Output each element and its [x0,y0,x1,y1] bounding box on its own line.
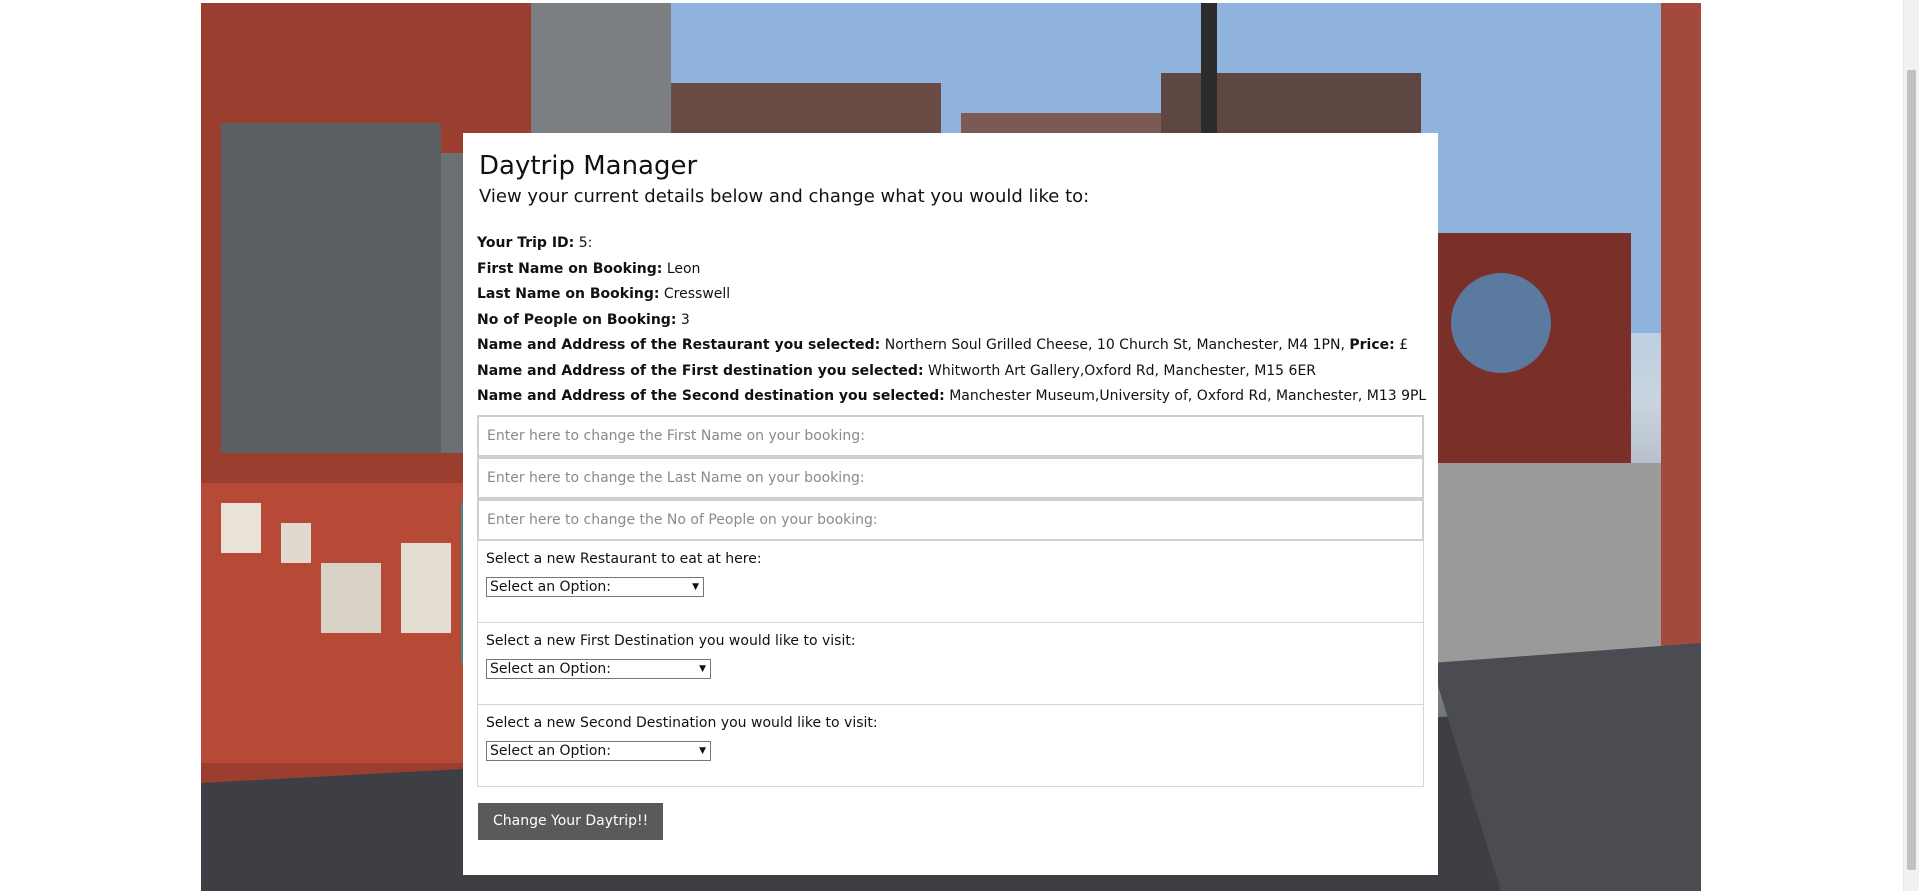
page-title: Daytrip Manager [479,151,698,181]
second-destination-row: Name and Address of the Second destinati… [477,384,1427,410]
first-name-value: Leon [666,260,701,277]
last-name-value: Cresswell [663,286,731,302]
trip-id-value: 5: [578,235,593,251]
first-name-label: First Name on Booking: [477,260,663,277]
page-subtitle: View your current details below and chan… [479,186,1090,207]
last-name-row: Last Name on Booking: Cresswell [477,282,1424,308]
page-viewport: Daytrip Manager View your current detail… [0,0,1919,891]
page-scrollbar[interactable] [1903,0,1919,891]
first-destination-row: Name and Address of the First destinatio… [477,359,1424,385]
restaurant-select-value: Select an Option: [490,578,611,595]
chevron-down-icon: ▼ [699,745,706,756]
change-daytrip-button[interactable]: Change Your Daytrip!! [478,802,664,840]
last-name-input[interactable] [477,456,1424,499]
restaurant-select-label: Select a new Restaurant to eat at here: [486,550,762,567]
change-form: Select a new Restaurant to eat at here: … [477,414,1424,840]
booking-details: Your Trip ID: 5: First Name on Booking: … [477,231,1427,410]
first-destination-select-value: Select an Option: [490,660,611,677]
people-value: 3 [680,311,690,328]
second-destination-select[interactable]: Select an Option: ▼ [486,740,711,761]
second-destination-select-panel: Select a new Second Destination you woul… [477,704,1424,787]
first-destination-select[interactable]: Select an Option: ▼ [486,658,711,679]
chevron-down-icon: ▼ [699,663,706,674]
price-value: £ [1399,337,1409,353]
first-destination-select-label: Select a new First Destination you would… [486,632,856,649]
last-name-label: Last Name on Booking: [477,286,660,302]
restaurant-select[interactable]: Select an Option: ▼ [486,576,704,597]
people-row: No of People on Booking: 3 [477,308,1424,334]
first-name-row: First Name on Booking: Leon [477,257,1424,283]
scrollbar-thumb[interactable] [1907,70,1916,870]
second-destination-select-label: Select a new Second Destination you woul… [486,714,878,731]
first-name-input[interactable] [477,414,1424,457]
restaurant-select-panel: Select a new Restaurant to eat at here: … [477,540,1424,623]
first-destination-select-panel: Select a new First Destination you would… [477,622,1424,705]
trip-manager-card: Daytrip Manager View your current detail… [463,133,1438,875]
people-label: No of People on Booking: [477,311,677,328]
trip-id-row: Your Trip ID: 5: [477,231,1424,257]
second-destination-value: Manchester Museum,University of, Oxford … [949,388,1427,404]
second-destination-select-value: Select an Option: [490,742,611,759]
restaurant-row: Name and Address of the Restaurant you s… [477,333,1424,359]
first-destination-label: Name and Address of the First destinatio… [477,362,924,379]
price-label: Price: [1349,337,1395,353]
chevron-down-icon: ▼ [692,581,699,592]
trip-id-label: Your Trip ID: [477,235,575,251]
people-count-input[interactable] [477,498,1424,541]
first-destination-value: Whitworth Art Gallery,Oxford Rd, Manches… [928,362,1317,379]
restaurant-value: Northern Soul Grilled Cheese, 10 Church … [884,337,1345,353]
restaurant-label: Name and Address of the Restaurant you s… [477,337,881,353]
second-destination-label: Name and Address of the Second destinati… [477,388,945,404]
